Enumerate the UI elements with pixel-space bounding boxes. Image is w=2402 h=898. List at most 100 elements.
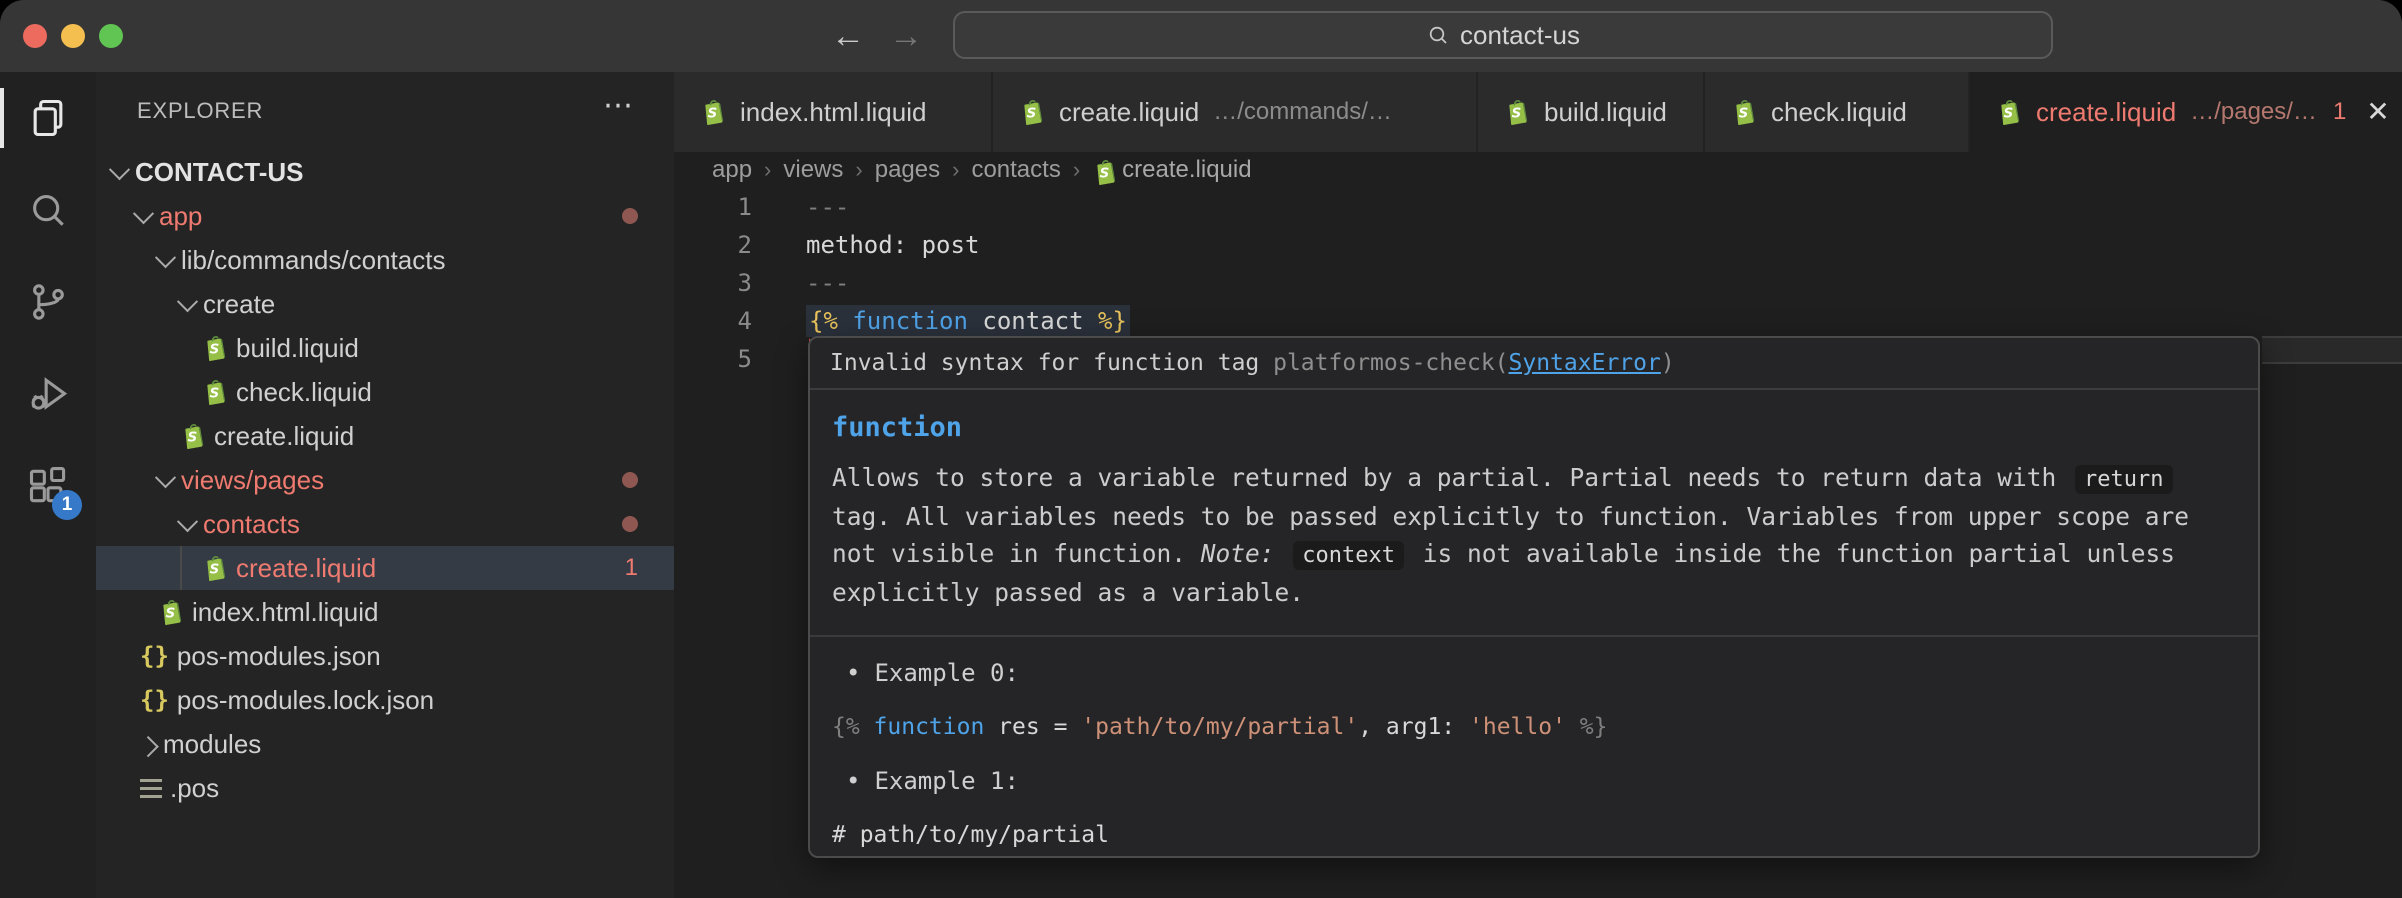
tree-item-index-html-liquid[interactable]: S index.html.liquid xyxy=(96,590,674,634)
tree-item-app[interactable]: app xyxy=(96,194,674,238)
tree-item-create-liquid-pages[interactable]: S create.liquid 1 xyxy=(96,546,674,590)
command-center-search[interactable]: contact-us xyxy=(953,11,2053,59)
breadcrumb-item-file[interactable]: S create.liquid xyxy=(1092,156,1252,185)
svg-text:S: S xyxy=(188,430,198,445)
line-number: 5 xyxy=(737,345,752,373)
divider xyxy=(810,635,2258,637)
close-tab-icon[interactable]: ✕ xyxy=(2366,98,2389,126)
liquid-file-icon: S xyxy=(1024,99,1043,125)
code-line-2[interactable]: 2 method: post xyxy=(674,226,2402,264)
code-token: method: post xyxy=(806,231,980,259)
breadcrumb: app › views › pages › contacts › S creat… xyxy=(674,152,2402,188)
note-label: Note: xyxy=(1200,539,1275,568)
extensions-badge: 1 xyxy=(52,490,82,520)
liquid-file-icon: S xyxy=(202,378,228,406)
explorer-title: EXPLORER xyxy=(137,98,264,123)
breadcrumb-item-app[interactable]: app xyxy=(712,156,752,184)
tree-item-views-pages[interactable]: views/pages xyxy=(96,458,674,502)
hover-tooltip: Invalid syntax for function tag platform… xyxy=(808,336,2260,858)
vscode-window: ← → contact-us 1 EXPLORER ⋯ CONTACT-US a… xyxy=(0,0,2402,898)
explorer-sidebar: EXPLORER ⋯ CONTACT-US app lib/commands/c… xyxy=(96,72,674,898)
explorer-header: EXPLORER ⋯ xyxy=(96,72,674,150)
syntax-error-link[interactable]: SyntaxError xyxy=(1509,350,1661,376)
breadcrumb-item-contacts[interactable]: contacts xyxy=(971,156,1060,184)
error-highlight: {% function contact %} xyxy=(806,305,1130,337)
activitybar-item-explorer[interactable] xyxy=(0,72,96,164)
tab-create-liquid-commands[interactable]: S create.liquid …/commands/… xyxy=(993,72,1478,152)
tree-item-lib-commands-contacts[interactable]: lib/commands/contacts xyxy=(96,238,674,282)
diagnostic-message: Invalid syntax for function tag platform… xyxy=(810,338,2258,390)
tree-item-pos-modules-lock-json[interactable]: {} pos-modules.lock.json xyxy=(96,678,674,722)
breadcrumb-item-pages[interactable]: pages xyxy=(875,156,940,184)
tab-create-liquid-pages[interactable]: S create.liquid …/pages/… 1 ✕ xyxy=(1970,72,2402,152)
svg-text:S: S xyxy=(1739,106,1749,121)
tree-item-pos[interactable]: .pos xyxy=(96,766,674,810)
tree-item-build-liquid[interactable]: S build.liquid xyxy=(96,326,674,370)
tree-item-contact-us-root[interactable]: CONTACT-US xyxy=(96,150,674,194)
hover-edge-band xyxy=(2262,336,2402,364)
liquid-file-icon: S xyxy=(700,98,726,126)
svg-text:S: S xyxy=(1027,106,1037,121)
activitybar-item-source-control[interactable] xyxy=(0,256,96,348)
tab-build-liquid[interactable]: S build.liquid xyxy=(1478,72,1705,152)
close-button[interactable] xyxy=(23,24,47,48)
liquid-file-icon: S xyxy=(158,598,184,626)
liquid-file-icon: S xyxy=(207,379,226,405)
line-number: 1 xyxy=(737,193,752,221)
liquid-file-icon: S xyxy=(1504,98,1530,126)
chevron-down-icon xyxy=(132,202,155,224)
activitybar-item-run-debug[interactable] xyxy=(0,348,96,440)
docs-heading: function xyxy=(832,412,963,443)
modified-dot xyxy=(622,472,638,488)
svg-text:S: S xyxy=(2004,106,2014,121)
inline-code-context: context xyxy=(1293,541,1405,570)
liquid-file-icon: S xyxy=(202,334,228,362)
liquid-file-icon: S xyxy=(705,99,724,125)
code-editor[interactable]: 1 --- 2 method: post 3 --- 4 {% function… xyxy=(674,188,2402,898)
tree-item-create-liquid-commands[interactable]: S create.liquid xyxy=(96,414,674,458)
liquid-file-icon: S xyxy=(1097,159,1116,185)
activitybar-item-search[interactable] xyxy=(0,164,96,256)
text-file-icon xyxy=(140,778,162,798)
liquid-file-icon: S xyxy=(1509,99,1528,125)
code-line-3[interactable]: 3 --- xyxy=(674,264,2402,302)
chevron-down-icon xyxy=(176,290,199,312)
liquid-file-icon: S xyxy=(163,599,182,625)
minimize-button[interactable] xyxy=(61,24,85,48)
breadcrumb-separator: › xyxy=(855,157,863,182)
tab-check-liquid[interactable]: S check.liquid xyxy=(1705,72,1970,152)
code-line-4[interactable]: 4 {% function contact %} xyxy=(674,302,2402,340)
tree-item-pos-modules-json[interactable]: {} pos-modules.json xyxy=(96,634,674,678)
tree-item-check-liquid[interactable]: S check.liquid xyxy=(96,370,674,414)
run-and-debug-icon xyxy=(31,377,68,410)
liquid-file-icon: S xyxy=(1736,99,1755,125)
line-number: 4 xyxy=(737,307,752,335)
liquid-file-icon: S xyxy=(1731,98,1757,126)
activity-bar: 1 xyxy=(0,72,96,898)
tab-description: …/pages/… xyxy=(2190,98,2317,125)
chevron-right-icon xyxy=(137,735,159,757)
line-number: 3 xyxy=(737,269,752,297)
tree-item-modules[interactable]: modules xyxy=(96,722,674,766)
svg-text:S: S xyxy=(1100,166,1110,181)
forward-arrow-icon[interactable]: → xyxy=(884,14,928,58)
tree-item-contacts[interactable]: contacts xyxy=(96,502,674,546)
liquid-file-icon: S xyxy=(1996,98,2022,126)
back-arrow-icon[interactable]: ← xyxy=(826,14,870,58)
chevron-down-icon xyxy=(176,510,199,532)
docs-paragraph: Allows to store a variable returned by a… xyxy=(832,463,2190,607)
tree-item-create-folder[interactable]: create xyxy=(96,282,674,326)
line-number: 2 xyxy=(737,231,752,259)
breadcrumb-separator: › xyxy=(764,157,772,182)
more-actions-icon[interactable]: ⋯ xyxy=(603,88,636,123)
tab-index-html-liquid[interactable]: S index.html.liquid xyxy=(674,72,993,152)
breadcrumb-item-views[interactable]: views xyxy=(783,156,843,184)
title-bar: ← → contact-us xyxy=(0,0,2402,72)
code-token: %} xyxy=(1098,307,1127,335)
zoom-button[interactable] xyxy=(99,24,123,48)
code-line-1[interactable]: 1 --- xyxy=(674,188,2402,226)
search-icon xyxy=(1429,26,1447,44)
activitybar-item-extensions[interactable]: 1 xyxy=(0,440,96,532)
liquid-file-icon: S xyxy=(2001,99,2020,125)
modified-dot xyxy=(622,208,638,224)
